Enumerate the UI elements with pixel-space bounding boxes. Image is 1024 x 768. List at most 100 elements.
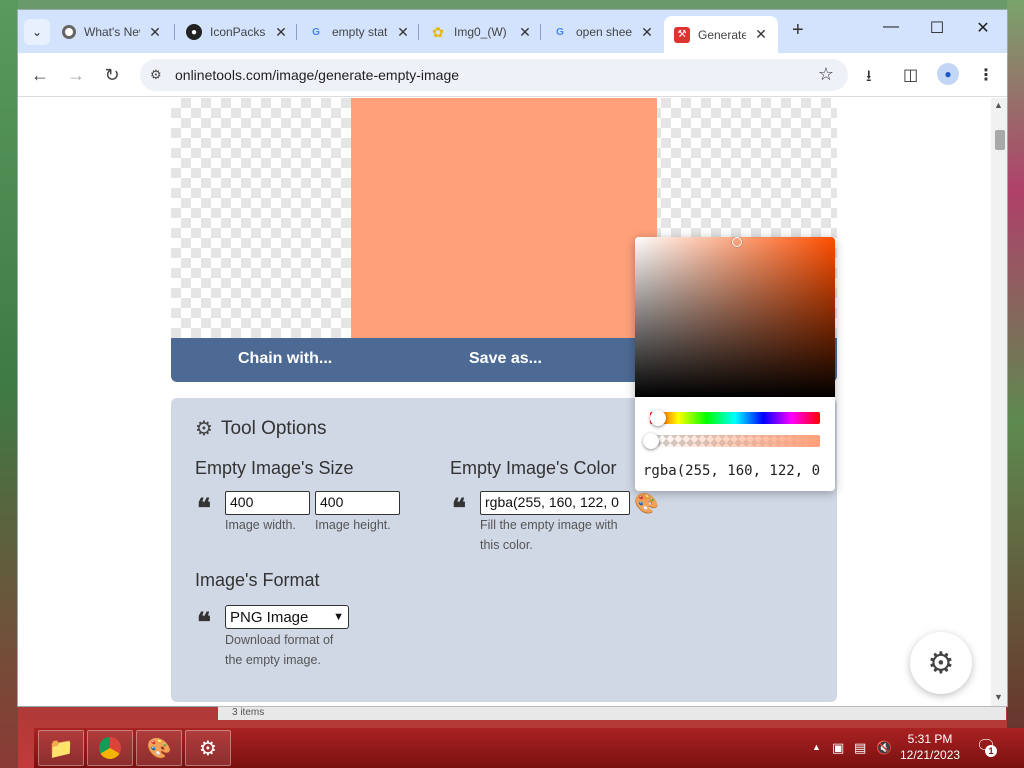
security-icon[interactable]: ▣ [832, 740, 844, 756]
color-value-readout[interactable]: rgba(255, 160, 122, 0 [643, 463, 820, 479]
close-icon[interactable]: ✕ [640, 24, 654, 41]
saturation-handle[interactable] [732, 237, 742, 247]
arrow-right-icon: → [67, 64, 85, 85]
format-select-value: PNG Image [230, 608, 309, 626]
tab-whats-new[interactable]: What's New ✕ [62, 18, 162, 46]
tab-generate-active[interactable]: ⚒ Generate ✕ [664, 16, 778, 53]
tab-img0[interactable]: ✿ Img0_(W) ✕ [430, 18, 532, 46]
download-icon[interactable]: ⭳ [866, 65, 872, 92]
file-explorer-button[interactable]: 📁 [38, 730, 84, 766]
profile-avatar[interactable]: ● [937, 63, 959, 85]
close-icon[interactable]: ✕ [396, 24, 410, 41]
tab-iconpacks[interactable]: ● IconPacks ✕ [186, 18, 288, 46]
page-scrollbar[interactable]: ▲ ▼ [991, 98, 1007, 706]
chevron-down-icon: ▼ [333, 611, 344, 623]
new-tab-button[interactable]: + [792, 19, 804, 42]
close-icon: ✕ [976, 20, 990, 37]
gear-icon: ⚙ [195, 418, 213, 440]
site-settings-icon[interactable]: ⚙ [150, 67, 162, 83]
folder-icon: 📁 [48, 737, 74, 760]
bookmark-star-icon[interactable]: ☆ [818, 64, 834, 85]
address-bar[interactable]: ⚙ onlinetools.com/image/generate-empty-i… [140, 59, 848, 91]
tab-separator [540, 24, 541, 40]
url-text[interactable]: onlinetools.com/image/generate-empty-ima… [175, 67, 459, 83]
chrome-taskbar-button[interactable] [87, 730, 133, 766]
color-input[interactable]: rgba(255, 160, 122, 0 [480, 491, 630, 515]
arrow-left-icon: ← [31, 64, 49, 85]
minimize-button[interactable]: — [868, 18, 914, 36]
network-icon[interactable]: ▤ [854, 740, 866, 756]
tab-title: Generate [698, 27, 746, 42]
size-section-title: Empty Image's Size [195, 458, 354, 478]
tab-separator [174, 24, 175, 40]
tab-separator [418, 24, 419, 40]
chrome-icon [62, 25, 76, 39]
tab-empty-state[interactable]: G empty state ✕ [308, 18, 410, 46]
scroll-thumb[interactable] [995, 130, 1005, 150]
close-icon[interactable]: ✕ [148, 24, 162, 41]
color-help-line-1: Fill the empty image with [480, 518, 618, 532]
google-icon: G [556, 26, 564, 38]
alpha-slider[interactable] [650, 435, 820, 447]
reload-icon: ↻ [104, 64, 120, 85]
empty-image-preview [351, 98, 657, 338]
tray-expand-icon[interactable]: ▲ [812, 742, 821, 752]
close-icon[interactable]: ✕ [518, 24, 532, 41]
quote-icon: ❝ [197, 608, 211, 638]
format-help-line-1: Download format of [225, 633, 334, 647]
color-picker-popup: rgba(255, 160, 122, 0 [635, 237, 835, 491]
tool-options-title: Tool Options [220, 417, 327, 439]
tab-search-button[interactable]: ⌄ [24, 19, 50, 45]
hue-slider[interactable] [650, 412, 820, 424]
chrome-icon [99, 737, 121, 759]
width-input[interactable]: 400 [225, 491, 310, 515]
tab-open-sheet[interactable]: G open sheet ✕ [552, 18, 654, 46]
menu-kebab-icon[interactable]: ⋮ [978, 65, 994, 85]
gear-icon: ⚙ [199, 737, 217, 760]
onlinetools-icon: ⚒ [674, 26, 690, 43]
reload-button[interactable]: ↻ [100, 63, 124, 87]
paint-taskbar-button[interactable]: 🎨 [136, 730, 182, 766]
back-button[interactable]: ← [28, 63, 52, 87]
saturation-value-area[interactable] [635, 237, 835, 397]
forward-button[interactable]: → [64, 63, 88, 87]
desktop-background-right [1007, 0, 1024, 768]
taskbar-clock[interactable]: 5:31 PM 12/21/2023 [900, 731, 960, 763]
tab-separator [296, 24, 297, 40]
scroll-up-arrow-icon[interactable]: ▲ [994, 100, 1003, 110]
color-help-line-2: this color. [480, 538, 533, 552]
minimize-icon: — [883, 18, 899, 35]
close-window-button[interactable]: ✕ [960, 18, 1006, 38]
side-panel-icon[interactable]: ◫ [903, 65, 918, 85]
format-select[interactable]: PNG Image ▼ [225, 605, 349, 629]
google-icon: G [312, 26, 320, 38]
tab-strip: ⌄ What's New ✕ ● IconPacks ✕ G empty sta… [18, 10, 1007, 53]
settings-taskbar-button[interactable]: ⚙ [185, 730, 231, 766]
github-icon: ● [186, 24, 202, 40]
chain-with-button[interactable]: Chain with... [238, 350, 332, 368]
desktop-background-left [0, 0, 18, 768]
hue-knob[interactable] [650, 410, 666, 426]
settings-fab-button[interactable]: ⚙ [910, 632, 972, 694]
browser-window: ⌄ What's New ✕ ● IconPacks ✕ G empty sta… [18, 10, 1007, 706]
volume-muted-icon[interactable]: 🔇 [876, 740, 892, 756]
format-section-title: Image's Format [195, 570, 320, 590]
tab-title: empty state [332, 25, 388, 39]
quote-icon: ❝ [197, 494, 211, 524]
width-help: Image width. [225, 518, 296, 532]
background-window-statusbar: 3 items [218, 706, 1006, 720]
palette-icon[interactable]: 🎨 [634, 491, 659, 516]
close-icon[interactable]: ✕ [274, 24, 288, 41]
quote-icon: ❝ [452, 494, 466, 524]
windows-taskbar: 📁 🎨 ⚙ ▲ ▣ ▤ 🔇 5:31 PM 12/21/2023 🗨 1 [34, 728, 1024, 768]
close-icon[interactable]: ✕ [754, 26, 768, 43]
alpha-knob[interactable] [643, 433, 659, 449]
maximize-button[interactable]: ☐ [914, 18, 960, 38]
clock-date: 12/21/2023 [900, 748, 961, 762]
height-input[interactable]: 400 [315, 491, 400, 515]
notification-center-button[interactable]: 🗨 1 [976, 736, 998, 758]
scroll-down-arrow-icon[interactable]: ▼ [994, 692, 1003, 702]
save-as-button[interactable]: Save as... [469, 350, 542, 368]
maximize-icon: ☐ [929, 20, 945, 37]
tab-title: IconPacks [210, 25, 266, 39]
